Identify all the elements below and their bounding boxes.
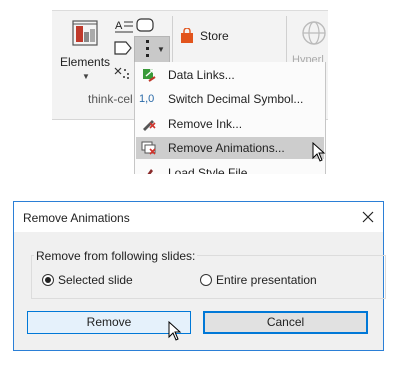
cancel-button[interactable]: Cancel [203, 311, 368, 334]
menu-item-label: Remove Ink... [168, 117, 243, 131]
store-button[interactable]: Store [180, 27, 229, 45]
ellipsis-more-icon [146, 40, 150, 61]
load-style-icon [147, 169, 153, 174]
elements-button[interactable]: Elements ▼ [60, 20, 111, 81]
menu-item-data-links[interactable]: Data Links... [136, 64, 324, 86]
radio-label: Entire presentation [216, 273, 317, 287]
radio-entire-presentation[interactable]: Entire presentation [200, 271, 317, 289]
remove-animations-icon [141, 141, 156, 155]
elements-icon [72, 20, 98, 46]
radio-button-checked[interactable] [42, 274, 54, 286]
store-label: Store [200, 29, 229, 43]
hyperlink-globe-icon[interactable] [300, 20, 328, 48]
close-icon[interactable] [359, 208, 377, 226]
groupbox-label: Remove from following slides: [34, 249, 198, 263]
menu-item-load-style[interactable]: Load Style File... [136, 162, 324, 174]
chevron-down-icon: ▼ [82, 72, 90, 81]
mouse-cursor-icon [312, 142, 326, 162]
menu-item-label: Remove Animations... [168, 141, 285, 155]
menu-item-remove-ink[interactable]: Remove Ink... [136, 113, 324, 135]
menu-item-label: Load Style File... [168, 166, 258, 174]
radio-selected-slide[interactable]: Selected slide [42, 271, 133, 289]
mouse-cursor-icon [168, 321, 182, 341]
dialog-title: Remove Animations [23, 211, 130, 225]
remove-button[interactable]: Remove [27, 311, 191, 334]
remove-ink-icon [143, 120, 156, 131]
more-options-button[interactable]: ▼ [134, 36, 170, 64]
svg-text:A: A [115, 20, 123, 32]
menu-item-label: Switch Decimal Symbol... [168, 92, 304, 106]
elements-label: Elements [60, 55, 111, 69]
radio-label: Selected slide [58, 273, 133, 287]
dialog-titlebar: Remove Animations [14, 202, 383, 232]
menu-item-label: Data Links... [168, 68, 235, 82]
text-a-icon[interactable]: A [114, 18, 134, 34]
chevron-down-icon: ▼ [157, 45, 165, 54]
menu-item-switch-decimal[interactable]: 1,0 Switch Decimal Symbol... [136, 88, 324, 110]
more-options-menu: Data Links... 1,0 Switch Decimal Symbol.… [134, 62, 326, 174]
group-label-think-cell: think-cel [88, 92, 133, 106]
rounded-rect-icon[interactable] [136, 18, 154, 32]
menu-item-remove-animations[interactable]: Remove Animations... [136, 137, 324, 159]
pentagon-icon[interactable] [114, 41, 132, 55]
radio-button-unchecked[interactable] [200, 274, 212, 286]
data-links-icon [143, 69, 156, 82]
store-bag-icon [181, 28, 193, 43]
decimal-symbol-icon: 1,0 [139, 93, 155, 105]
remove-animations-dialog: Remove Animations Remove from following … [13, 201, 386, 351]
grid-dots-icon[interactable] [113, 66, 131, 80]
